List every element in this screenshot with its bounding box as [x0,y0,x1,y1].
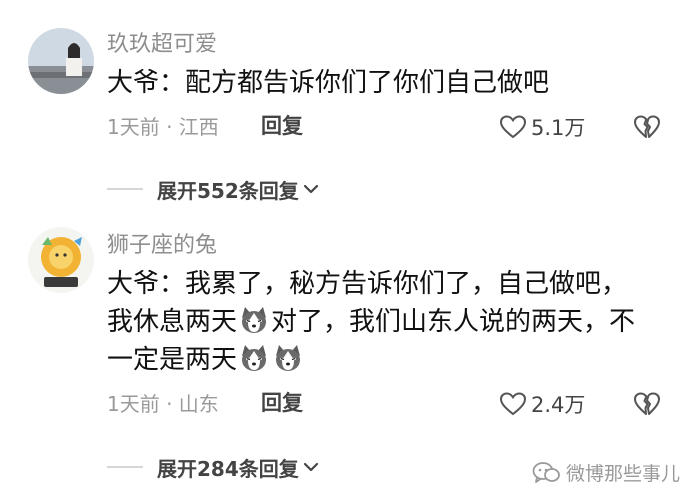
comment-line: 我休息两天 对了，我们山东人说的两天，不 [107,303,667,341]
expand-replies-label: 展开552条回复 [157,178,299,203]
expand-replies-button[interactable]: 展开552条回复 [107,174,319,204]
watermark: 微博那些事儿 [532,459,680,486]
comment-text: 大爷：配方都告诉你们了你们自己做吧 [107,64,667,102]
divider [107,188,143,190]
comment-fragment: 一定是两天 [107,345,238,375]
broken-heart-icon [634,392,660,415]
comment-line: 大爷：配方都告诉你们了你们自己做吧 [107,68,550,98]
expand-replies-label: 展开284条回复 [157,456,299,481]
comment-item: 狮子座的兔 大爷：我累了，秘方告诉你们了，自己做吧， 我休息两天 对了，我们山东人… [0,215,690,498]
like-count: 5.1万 [531,116,586,140]
like-button[interactable]: 5.1万 [500,112,585,142]
username[interactable]: 狮子座的兔 [107,232,217,260]
chevron-down-icon [303,184,318,194]
husky-dog-emoji [242,307,267,333]
husky-dog-emoji [276,345,301,371]
username[interactable]: 玖玖超可爱 [107,31,217,59]
watermark-text: 微博那些事儿 [565,463,680,485]
comment-fragment: 我休息两天 [107,307,238,337]
husky-dog-emoji [242,345,267,371]
comment-line: 大爷：我累了，秘方告诉你们了，自己做吧， [107,269,628,299]
wechat-icon [532,461,560,483]
avatar[interactable] [28,28,94,94]
divider [107,466,143,468]
like-button[interactable]: 2.4万 [500,389,585,419]
heart-outline-icon [500,115,526,139]
timestamp-location: 1天前 · 山东 [107,392,219,416]
dislike-button[interactable] [634,112,662,142]
comment-item: 玖玖超可爱 大爷：配方都告诉你们了你们自己做吧 1天前 · 江西 回复 5.1万… [0,0,690,215]
comment-text: 大爷：我累了，秘方告诉你们了，自己做吧， 我休息两天 对了，我们山东人说的两天，不… [107,265,667,379]
chevron-down-icon [303,462,318,472]
broken-heart-icon [634,115,660,138]
avatar[interactable] [28,227,94,293]
reply-button[interactable]: 回复 [261,111,303,141]
comment-feed: 玖玖超可爱 大爷：配方都告诉你们了你们自己做吧 1天前 · 江西 回复 5.1万… [0,0,690,498]
like-count: 2.4万 [531,393,586,417]
comment-line: 一定是两天 [107,341,667,379]
heart-outline-icon [500,392,526,416]
expand-replies-button[interactable]: 展开284条回复 [107,452,319,482]
reply-button[interactable]: 回复 [261,388,303,418]
comment-fragment: 对了，我们山东人说的两天，不 [271,307,636,337]
timestamp-location: 1天前 · 江西 [107,115,219,139]
dislike-button[interactable] [634,389,662,419]
